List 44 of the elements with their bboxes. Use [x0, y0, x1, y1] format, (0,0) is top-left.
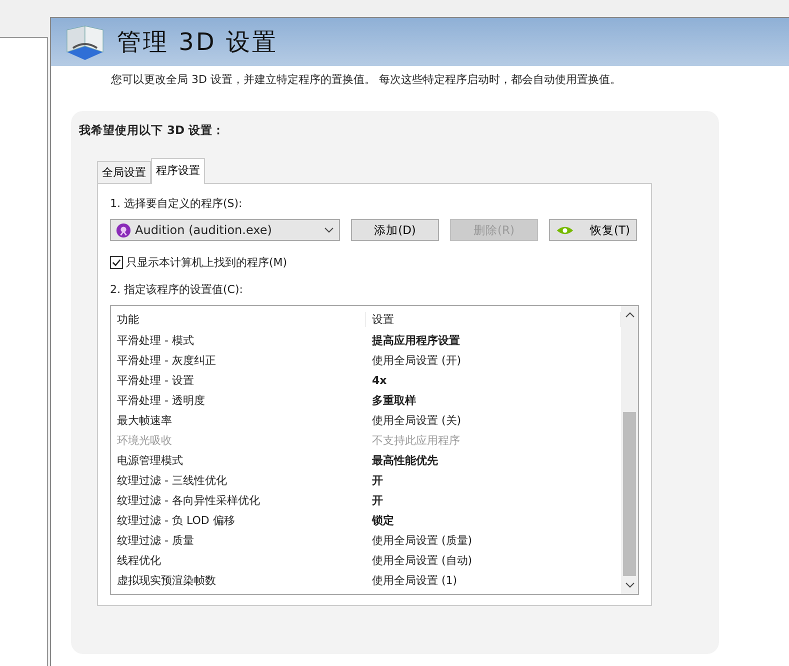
- eye-logo-icon: [556, 224, 574, 236]
- feature-cell[interactable]: 纹理过滤 - 质量: [111, 532, 366, 548]
- feature-cell[interactable]: 线程优化: [111, 552, 366, 568]
- page-title: 管理 3D 设置: [117, 27, 278, 58]
- scrollbar[interactable]: [621, 306, 638, 594]
- column-header[interactable]: 功能: [111, 312, 366, 326]
- scroll-up-icon[interactable]: [624, 312, 634, 318]
- setting-cell[interactable]: 使用全局设置 (自动): [366, 552, 621, 568]
- setting-cell[interactable]: 使用全局设置 (1): [366, 572, 621, 588]
- checkbox[interactable]: [110, 256, 123, 269]
- description-text: 您可以更改全局 3D 设置，并建立特定程序的置换值。 每次这些特定程序启动时，都会自动使用置换值。: [111, 72, 622, 87]
- app-icon: [116, 222, 131, 238]
- program-dropdown[interactable]: Audition (audition.exe): [110, 219, 340, 241]
- feature-cell[interactable]: 最大帧速率: [111, 412, 366, 428]
- tab[interactable]: 全局设置: [97, 161, 151, 183]
- setting-cell[interactable]: 使用全局设置 (开): [366, 352, 621, 368]
- section-title: 我希望使用以下 3D 设置：: [79, 123, 226, 138]
- setting-cell[interactable]: 多重取样: [366, 392, 621, 408]
- setting-cell[interactable]: 使用全局设置 (质量): [366, 532, 621, 548]
- scrollbar-thumb[interactable]: [623, 412, 636, 576]
- setting-cell[interactable]: 最高性能优先: [366, 452, 621, 468]
- scroll-down-icon[interactable]: [624, 582, 634, 588]
- setting-cell[interactable]: 使用全局设置 (关): [366, 412, 621, 428]
- checkbox-label: 只显示本计算机上找到的程序(M): [126, 255, 288, 270]
- action-button[interactable]: 添加(D): [351, 219, 439, 241]
- setting-cell[interactable]: 提高应用程序设置: [366, 332, 621, 348]
- feature-cell[interactable]: 平滑处理 - 灰度纠正: [111, 352, 366, 368]
- chevron-down-icon: [324, 227, 334, 233]
- setting-cell[interactable]: 开: [366, 472, 621, 488]
- step-label: 1. 选择要自定义的程序(S):: [110, 196, 244, 211]
- feature-cell[interactable]: 纹理过滤 - 负 LOD 偏移: [111, 512, 366, 528]
- feature-cell[interactable]: 平滑处理 - 设置: [111, 372, 366, 388]
- feature-cell[interactable]: 电源管理模式: [111, 452, 366, 468]
- setting-cell[interactable]: 锁定: [366, 512, 621, 528]
- action-button[interactable]: 恢复(T): [549, 219, 637, 241]
- step-label: 2. 指定该程序的设置值(C):: [110, 282, 244, 297]
- feature-cell[interactable]: 平滑处理 - 模式: [111, 332, 366, 348]
- setting-cell[interactable]: 开: [366, 492, 621, 508]
- feature-cell[interactable]: 纹理过滤 - 三线性优化: [111, 472, 366, 488]
- tab[interactable]: 程序设置: [151, 158, 205, 184]
- feature-cell[interactable]: 虚拟现实预渲染帧数: [111, 572, 366, 588]
- setting-cell[interactable]: 4x: [366, 374, 621, 386]
- feature-cell[interactable]: 平滑处理 - 透明度: [111, 392, 366, 408]
- feature-cell[interactable]: 纹理过滤 - 各向异性采样优化: [111, 492, 366, 508]
